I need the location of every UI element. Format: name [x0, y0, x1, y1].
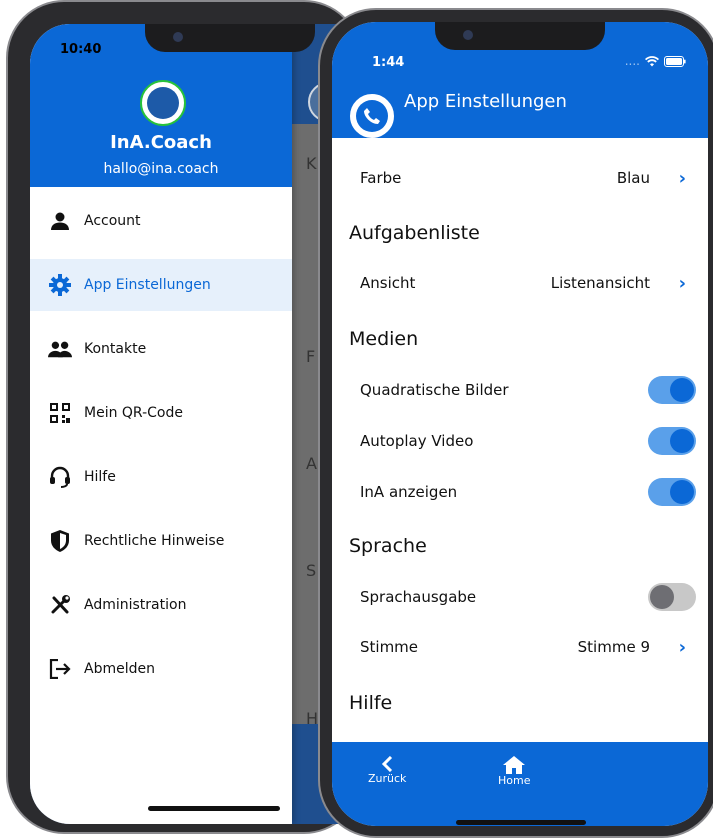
- profile-email: hallo@ina.coach: [103, 161, 219, 177]
- menu-item-administration[interactable]: Administration: [30, 579, 292, 631]
- setting-row-quadratische-bilder: Quadratische Bilder: [332, 370, 708, 410]
- chevron-right-icon: ›: [678, 272, 686, 294]
- setting-label: InA anzeigen: [360, 483, 458, 501]
- right-phone-frame: 1:44 .... App Einstellungen Farbe Blau ›…: [318, 8, 713, 838]
- person-icon: [48, 209, 72, 233]
- section-title-medien: Medien: [349, 328, 419, 350]
- ina-anzeigen-toggle[interactable]: [648, 478, 696, 506]
- background-letter: A: [306, 454, 317, 473]
- page-title: App Einstellungen: [404, 91, 567, 112]
- setting-label: Sprachausgabe: [360, 588, 477, 606]
- chevron-right-icon: ›: [678, 636, 686, 658]
- home-label: Home: [498, 774, 531, 787]
- menu-item-label: Hilfe: [84, 469, 116, 485]
- setting-label: Quadratische Bilder: [360, 381, 509, 399]
- phone-icon[interactable]: [350, 94, 394, 138]
- setting-row-farbe[interactable]: Farbe Blau ›: [332, 158, 708, 198]
- profile-name: InA.Coach: [110, 132, 212, 153]
- menu-item-rechtliche-hinweise[interactable]: Rechtliche Hinweise: [30, 515, 292, 567]
- setting-label: Autoplay Video: [360, 432, 474, 450]
- status-time: 10:40: [60, 42, 102, 57]
- home-indicator: [148, 806, 280, 811]
- battery-icon: [664, 55, 686, 67]
- menu-item-abmelden[interactable]: Abmelden: [30, 643, 292, 695]
- setting-row-stimme[interactable]: Stimme Stimme 9 ›: [332, 627, 708, 667]
- back-button[interactable]: Zurück: [368, 756, 406, 785]
- signal-dots: ....: [624, 54, 640, 68]
- menu-item-label: App Einstellungen: [84, 277, 211, 293]
- headset-icon: [48, 465, 72, 489]
- background-letter: F: [306, 347, 316, 366]
- chevron-left-icon: [382, 756, 393, 772]
- left-phone-frame: K F A S H 10:40 InA.Coach hallo@ina.coac…: [6, 0, 430, 834]
- section-title-sprache: Sprache: [349, 535, 427, 557]
- chevron-right-icon: ›: [678, 167, 686, 189]
- logout-icon: [48, 657, 72, 681]
- setting-row-ina-anzeigen: InA anzeigen: [332, 472, 708, 512]
- setting-row-autoplay-video: Autoplay Video: [332, 421, 708, 461]
- home-button[interactable]: Home: [498, 756, 530, 787]
- toggle-knob: [670, 378, 694, 402]
- setting-value: Blau: [616, 169, 650, 187]
- setting-label: Stimme: [360, 638, 419, 656]
- section-title-aufgabenliste: Aufgabenliste: [349, 222, 480, 244]
- section-title-hilfe: Hilfe: [349, 692, 393, 714]
- setting-row-ansicht[interactable]: Ansicht Listenansicht ›: [332, 263, 708, 303]
- setting-value: Stimme 9: [577, 638, 650, 656]
- menu-item-label: Administration: [84, 597, 187, 613]
- toggle-knob: [650, 585, 674, 609]
- wifi-icon: [645, 55, 659, 66]
- status-time: 1:44: [372, 55, 405, 70]
- navigation-drawer: 10:40 InA.Coach hallo@ina.coach Account …: [30, 24, 292, 824]
- home-icon: [503, 756, 526, 774]
- toggle-knob: [670, 480, 694, 504]
- menu-item-label: Account: [84, 213, 141, 229]
- right-phone-screen: 1:44 .... App Einstellungen Farbe Blau ›…: [332, 22, 708, 826]
- camera-icon: [463, 30, 473, 40]
- setting-row-sprachausgabe: Sprachausgabe: [332, 577, 708, 617]
- menu-item-label: Abmelden: [84, 661, 155, 677]
- menu-item-kontakte[interactable]: Kontakte: [30, 323, 292, 375]
- qr-code-icon: [48, 401, 72, 425]
- bottom-nav-bar: Zurück Home: [332, 742, 708, 826]
- background-letter: S: [306, 561, 317, 580]
- menu-item-label: Mein QR-Code: [84, 405, 183, 421]
- menu-item-mein-qr-code[interactable]: Mein QR-Code: [30, 387, 292, 439]
- menu-item-label: Rechtliche Hinweise: [84, 533, 225, 549]
- quadratische-bilder-toggle[interactable]: [648, 376, 696, 404]
- setting-label: Farbe: [360, 169, 402, 187]
- shield-icon: [48, 529, 72, 553]
- background-letter: K: [306, 154, 317, 173]
- status-bar-icons: ....: [625, 54, 686, 68]
- home-indicator: [456, 820, 586, 825]
- setting-value: Listenansicht: [550, 274, 650, 292]
- toggle-knob: [670, 429, 694, 453]
- notch: [435, 22, 605, 50]
- notch: [145, 24, 315, 52]
- menu-item-label: Kontakte: [84, 341, 147, 357]
- setting-label: Ansicht: [360, 274, 416, 292]
- people-icon: [48, 337, 72, 361]
- profile-avatar[interactable]: [140, 80, 186, 126]
- menu-item-account[interactable]: Account: [30, 195, 292, 247]
- menu-item-app-einstellungen[interactable]: App Einstellungen: [30, 259, 292, 311]
- autoplay-video-toggle[interactable]: [648, 427, 696, 455]
- tools-icon: [48, 593, 72, 617]
- sprachausgabe-toggle[interactable]: [648, 583, 696, 611]
- back-label: Zurück: [368, 772, 407, 785]
- camera-icon: [173, 32, 183, 42]
- gear-icon: [48, 273, 72, 297]
- menu-item-hilfe[interactable]: Hilfe: [30, 451, 292, 503]
